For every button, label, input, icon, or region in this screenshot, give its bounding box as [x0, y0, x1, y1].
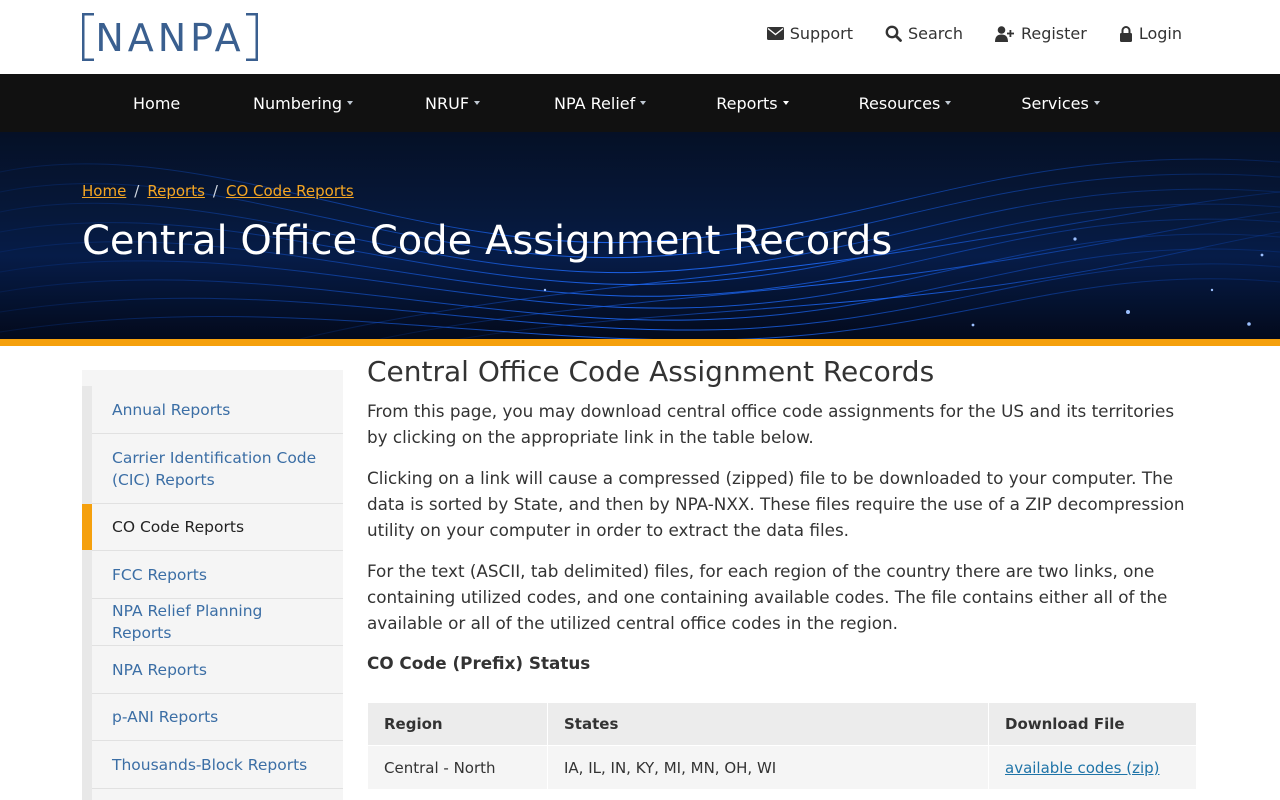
- content-title: Central Office Code Assignment Records: [367, 355, 935, 388]
- breadcrumb-home[interactable]: Home: [82, 182, 126, 200]
- nav-resources[interactable]: Resources: [859, 94, 952, 113]
- sidebar-item-thousands-block-reports[interactable]: Thousands-Block Reports: [92, 741, 343, 789]
- register-label: Register: [1020, 24, 1087, 43]
- sidebar-item-co-code-reports[interactable]: CO Code Reports: [82, 504, 343, 551]
- search-link[interactable]: Search: [885, 24, 963, 43]
- search-icon: [885, 25, 902, 42]
- hero-accent-stripe: [0, 339, 1280, 346]
- section-heading: CO Code (Prefix) Status: [367, 653, 591, 673]
- chevron-down-icon: [782, 101, 789, 105]
- nav-npa-relief[interactable]: NPA Relief: [554, 93, 647, 113]
- nav-services-label: Services: [1021, 93, 1089, 113]
- sidebar-item-label: Carrier Identification Code (CIC) Report…: [112, 448, 317, 489]
- nav-resources-label: Resources: [858, 93, 941, 113]
- sidebar-item-label: NPA Relief Planning Reports: [112, 602, 263, 642]
- table-row: Central - North IA, IL, IN, KY, MI, MN, …: [367, 745, 1197, 790]
- login-link[interactable]: Login: [1119, 24, 1182, 43]
- nav-reports[interactable]: Reports: [716, 93, 789, 113]
- column-header-region: Region: [367, 702, 548, 746]
- column-header-states: States: [547, 702, 989, 746]
- nav-numbering[interactable]: Numbering: [253, 93, 354, 113]
- sidebar-item-annual-reports[interactable]: Annual Reports: [92, 386, 343, 434]
- sidebar-item-label: Annual Reports: [112, 400, 231, 419]
- nav-home[interactable]: Home: [133, 94, 193, 113]
- nanpa-logo[interactable]: NANPA: [82, 13, 258, 61]
- sidebar-item-label: Thousands-Block Reports: [112, 755, 308, 774]
- nav-numbering-label: Numbering: [253, 93, 343, 113]
- main-nav: Home Numbering NRUF NPA Relief Reports R…: [0, 74, 1280, 132]
- search-label: Search: [907, 24, 963, 43]
- states-cell: IA, IL, IN, KY, MI, MN, OH, WI: [547, 745, 989, 790]
- chevron-down-icon: [945, 101, 952, 105]
- site-header: NANPA Support Search Register Login: [0, 0, 1280, 74]
- sidebar-item-p-ani-reports[interactable]: p-ANI Reports: [92, 694, 343, 741]
- support-link[interactable]: Support: [766, 24, 853, 43]
- sidebar-item-npa-reports[interactable]: NPA Reports: [92, 646, 343, 694]
- zip-info-paragraph: Clicking on a link will cause a compress…: [367, 468, 1185, 540]
- chevron-down-icon: [347, 101, 354, 105]
- download-link[interactable]: available codes (zip): [1005, 759, 1160, 777]
- utility-nav: Support Search Register Login: [766, 24, 1182, 43]
- text-files-paragraph: For the text (ASCII, tab delimited) file…: [367, 561, 1168, 633]
- region-cell: Central - North: [367, 745, 548, 790]
- sidebar-item-label: p-ANI Reports: [112, 708, 219, 726]
- download-cell: available codes (zip): [988, 745, 1197, 790]
- column-header-download-file: Download File: [988, 702, 1197, 746]
- logo-text: NANPA: [95, 16, 244, 60]
- co-code-status-table: Region States Download File Central - No…: [367, 702, 1197, 790]
- nav-npa-relief-label: NPA Relief: [554, 93, 636, 113]
- chevron-down-icon: [1093, 101, 1100, 105]
- nav-nruf[interactable]: NRUF: [425, 93, 481, 113]
- breadcrumb: Home / Reports / CO Code Reports: [82, 182, 354, 200]
- hero-banner: Home / Reports / CO Code Reports Central…: [0, 132, 1280, 339]
- sidebar-rail: [82, 386, 92, 800]
- intro-paragraph: From this page, you may download central…: [367, 401, 1175, 447]
- sidebar-item-fcc-reports[interactable]: FCC Reports: [92, 551, 343, 599]
- breadcrumb-reports[interactable]: Reports: [147, 182, 205, 200]
- chevron-down-icon: [640, 101, 647, 105]
- nav-nruf-label: NRUF: [425, 93, 470, 113]
- table-header-row: Region States Download File: [367, 702, 1197, 746]
- reports-sidebar: Annual Reports Carrier Identification Co…: [82, 370, 343, 800]
- breadcrumb-separator: /: [134, 182, 140, 200]
- breadcrumb-separator: /: [212, 182, 218, 200]
- register-link[interactable]: Register: [994, 24, 1087, 43]
- hero-title: Central Office Code Assignment Records: [82, 218, 893, 264]
- envelope-icon: [766, 27, 784, 40]
- user-plus-icon: [994, 25, 1014, 42]
- support-label: Support: [789, 24, 853, 43]
- sidebar-item-label: NPA Reports: [112, 660, 207, 679]
- chevron-down-icon: [474, 101, 481, 105]
- sidebar-item-label: FCC Reports: [112, 565, 207, 584]
- nav-reports-label: Reports: [716, 93, 778, 113]
- sidebar-item-cic-reports[interactable]: Carrier Identification Code (CIC) Report…: [92, 434, 343, 504]
- login-label: Login: [1138, 24, 1182, 43]
- main-content: Central Office Code Assignment Records F…: [367, 354, 1197, 673]
- nav-home-label: Home: [133, 93, 181, 113]
- sidebar-item-label: CO Code Reports: [112, 518, 245, 536]
- sidebar-item-npa-relief-planning-reports[interactable]: NPA Relief Planning Reports: [92, 599, 343, 646]
- lock-icon: [1119, 25, 1132, 42]
- breadcrumb-co-code-reports[interactable]: CO Code Reports: [226, 182, 354, 200]
- nav-services[interactable]: Services: [1021, 93, 1100, 113]
